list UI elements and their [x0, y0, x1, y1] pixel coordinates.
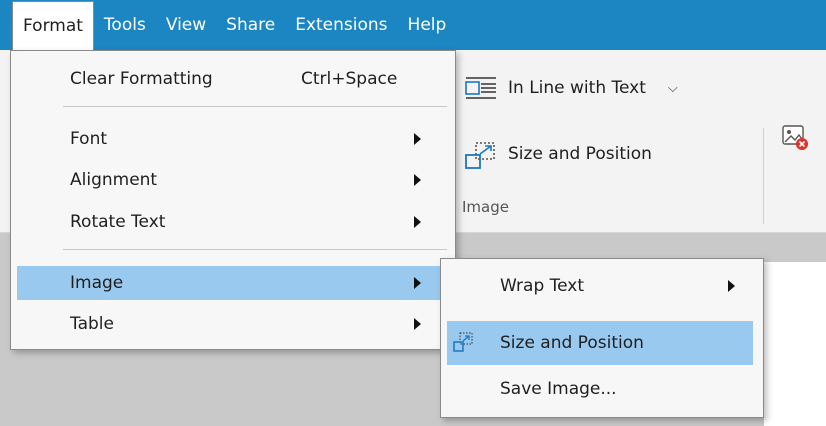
- menu-separator: [63, 106, 447, 107]
- menu-help[interactable]: Help: [398, 1, 457, 48]
- rotate-text-label: Rotate Text: [70, 212, 166, 232]
- size-and-position-item-label: Size and Position: [500, 333, 644, 353]
- menu-item-table[interactable]: Table: [11, 307, 455, 341]
- alignment-label: Alignment: [70, 170, 158, 190]
- submenu-arrow-icon: [414, 318, 421, 330]
- size-position-icon: [452, 332, 474, 354]
- image-submenu: Wrap Text Size and Position Save Image..…: [440, 258, 764, 418]
- submenu-item-save-image[interactable]: Save Image...: [441, 367, 763, 411]
- ribbon-divider: [763, 128, 764, 224]
- wrap-text-label: In Line with Text: [508, 78, 646, 98]
- menu-item-clear-formatting[interactable]: Clear Formatting Ctrl+Space: [11, 62, 455, 96]
- submenu-arrow-icon: [414, 216, 421, 228]
- document-page: [764, 262, 826, 426]
- chevron-down-icon: ⌵: [667, 80, 678, 96]
- save-image-item-label: Save Image...: [500, 379, 617, 399]
- submenu-item-wrap-text[interactable]: Wrap Text: [441, 264, 763, 308]
- wrap-text-dropdown[interactable]: In Line with Text ⌵: [462, 76, 678, 100]
- size-position-icon: [462, 142, 500, 169]
- wrap-inline-icon: [462, 76, 500, 100]
- table-label: Table: [70, 314, 114, 334]
- menu-bar: Format Tools View Share Extensions Help: [0, 0, 826, 50]
- menu-separator: [63, 249, 447, 250]
- menu-extensions[interactable]: Extensions: [285, 1, 397, 48]
- menu-item-alignment[interactable]: Alignment: [11, 163, 455, 197]
- menu-item-image[interactable]: Image: [17, 266, 449, 300]
- format-menu: Clear Formatting Ctrl+Space Font Alignme…: [10, 50, 456, 350]
- menu-format[interactable]: Format: [12, 1, 94, 50]
- menu-view[interactable]: View: [156, 1, 216, 48]
- menu-item-rotate-text[interactable]: Rotate Text: [11, 205, 455, 239]
- font-label: Font: [70, 129, 108, 149]
- submenu-arrow-icon: [728, 280, 735, 292]
- ribbon-group-label: Image: [462, 198, 509, 216]
- menu-item-font[interactable]: Font: [11, 122, 455, 156]
- ribbon-size-position-label: Size and Position: [508, 144, 652, 164]
- image-label: Image: [70, 273, 124, 293]
- menu-share[interactable]: Share: [216, 1, 285, 48]
- submenu-arrow-icon: [414, 174, 421, 186]
- remove-image-icon[interactable]: [781, 122, 809, 152]
- wrap-text-item-label: Wrap Text: [500, 276, 585, 296]
- ribbon-size-position-button[interactable]: Size and Position: [462, 142, 652, 169]
- submenu-item-size-and-position[interactable]: Size and Position: [447, 321, 753, 365]
- menu-tools[interactable]: Tools: [94, 1, 156, 48]
- submenu-arrow-icon: [414, 277, 421, 289]
- clear-formatting-label: Clear Formatting: [70, 69, 213, 89]
- clear-formatting-shortcut: Ctrl+Space: [301, 69, 398, 89]
- submenu-arrow-icon: [414, 133, 421, 145]
